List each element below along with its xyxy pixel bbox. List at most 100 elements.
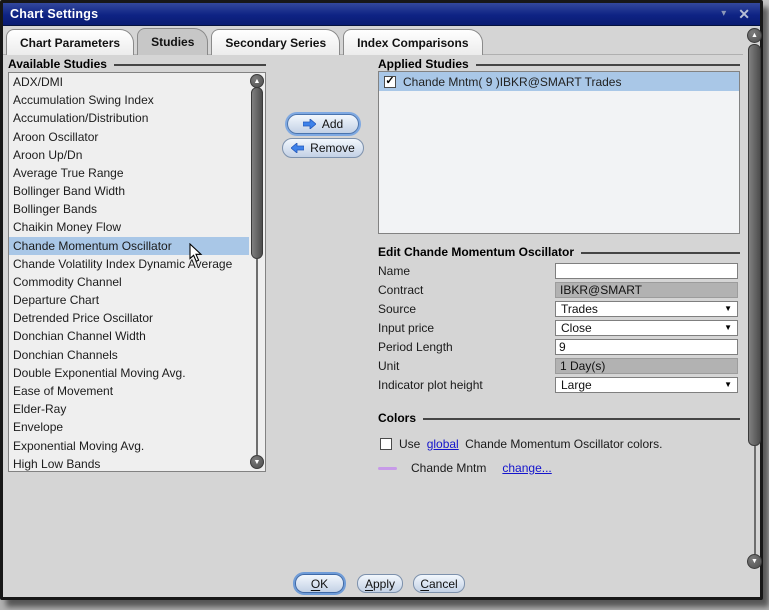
list-item[interactable]: Donchian Channel Width (9, 327, 249, 345)
series-color-row: Chande Mntm change... (378, 460, 552, 476)
header-rule (423, 418, 740, 420)
list-item[interactable]: Detrended Price Oscillator (9, 309, 249, 327)
colors-title: Colors (378, 411, 416, 425)
window-title: Chart Settings (3, 7, 98, 21)
form-row-indicator-plot-height: Indicator plot height Large ▼ (378, 375, 741, 394)
tab-chart-parameters[interactable]: Chart Parameters (6, 29, 134, 55)
list-item[interactable]: Average True Range (9, 164, 249, 182)
list-item[interactable]: Donchian Channels (9, 346, 249, 364)
dialog-scrollbar-track[interactable] (754, 446, 756, 554)
apply-button[interactable]: Apply (357, 574, 403, 593)
list-scroll-down-icon[interactable]: ▼ (250, 455, 264, 469)
form-row-name: Name (378, 261, 741, 280)
use-global-colors-row: Use global Chande Momentum Oscillator co… (380, 437, 662, 451)
list-item[interactable]: Accumulation Swing Index (9, 91, 249, 109)
ok-button[interactable]: OK (295, 574, 344, 593)
applied-study-checkbox[interactable]: ✓ (384, 76, 396, 88)
list-item[interactable]: Accumulation/Distribution (9, 109, 249, 127)
available-studies-title: Available Studies (8, 57, 107, 71)
list-scrollbar-thumb[interactable] (251, 87, 263, 259)
chevron-down-icon: ▼ (724, 380, 732, 389)
global-colors-link[interactable]: global (427, 437, 459, 451)
list-item[interactable]: Exponential Moving Avg. (9, 436, 249, 454)
close-icon[interactable]: ✕ (738, 7, 750, 21)
list-item[interactable]: Aroon Oscillator (9, 128, 249, 146)
dialog-scroll-down-icon[interactable]: ▼ (747, 554, 762, 569)
form-row-contract: ContractIBKR@SMART (378, 280, 741, 299)
list-item[interactable]: Chande Momentum Oscillator (9, 237, 249, 255)
tabbar: Chart ParametersStudiesSecondary SeriesI… (6, 28, 486, 55)
edit-study-header: Edit Chande Momentum Oscillator (378, 245, 740, 259)
list-scroll-up-icon[interactable]: ▲ (250, 74, 264, 88)
use-global-text-before: Use (399, 437, 420, 451)
applied-studies-list[interactable]: ✓ Chande Mntm( 9 )IBKR@SMART Trades (378, 71, 740, 234)
field-label: Indicator plot height (378, 378, 555, 392)
applied-studies-header: Applied Studies (378, 57, 740, 71)
chevron-down-icon: ▼ (724, 323, 732, 332)
edit-study-form: NameContractIBKR@SMARTSourceTrades▼Input… (378, 261, 741, 394)
header-rule (581, 252, 740, 254)
available-studies-list[interactable]: ADX/DMIAccumulation Swing IndexAccumulat… (8, 72, 266, 472)
applied-study-row[interactable]: ✓ Chande Mntm( 9 )IBKR@SMART Trades (379, 72, 739, 91)
source-dropdown[interactable]: Trades ▼ (555, 301, 738, 317)
chevron-down-icon: ▼ (724, 304, 732, 313)
tab-studies[interactable]: Studies (137, 28, 208, 55)
series-name: Chande Mntm (411, 461, 486, 475)
series-color-swatch (378, 467, 397, 470)
contract-readonly-field: IBKR@SMART (555, 282, 738, 298)
tab-secondary-series[interactable]: Secondary Series (211, 29, 340, 55)
list-item[interactable]: Ease of Movement (9, 382, 249, 400)
screen: Chart Settings ▾ ✕ Chart ParametersStudi… (0, 0, 769, 610)
list-item[interactable]: Aroon Up/Dn (9, 146, 249, 164)
dropdown-value: Large (561, 378, 592, 392)
form-row-period-length: Period Length (378, 337, 741, 356)
list-item[interactable]: Envelope (9, 418, 249, 436)
list-item[interactable]: Chande Volatility Index Dynamic Average (9, 255, 249, 273)
available-studies-header: Available Studies (8, 57, 266, 71)
collapse-triangle-icon[interactable]: ▾ (721, 9, 726, 19)
list-item[interactable]: Double Exponential Moving Avg. (9, 364, 249, 382)
list-item[interactable]: Departure Chart (9, 291, 249, 309)
field-label: Contract (378, 283, 555, 297)
use-global-text: Use global Chande Momentum Oscillator co… (399, 437, 662, 451)
list-item[interactable]: High Low Bands (9, 455, 249, 472)
change-color-link[interactable]: change... (502, 461, 551, 475)
edit-study-title: Edit Chande Momentum Oscillator (378, 245, 574, 259)
dropdown-value: Trades (561, 302, 598, 316)
form-row-input-price: Input price Close ▼ (378, 318, 741, 337)
field-label: Period Length (378, 340, 555, 354)
indicator-plot-height-dropdown[interactable]: Large ▼ (555, 377, 738, 393)
form-row-source: Source Trades ▼ (378, 299, 741, 318)
arrow-right-icon (303, 119, 316, 129)
name-input[interactable] (555, 263, 738, 279)
chart-settings-dialog: Chart Settings ▾ ✕ Chart ParametersStudi… (0, 0, 763, 600)
header-rule (114, 64, 266, 66)
use-global-text-after: Chande Momentum Oscillator colors. (465, 437, 662, 451)
field-label: Source (378, 302, 555, 316)
applied-studies-title: Applied Studies (378, 57, 469, 71)
list-scrollbar-track[interactable] (256, 259, 258, 455)
cancel-button[interactable]: Cancel (413, 574, 465, 593)
list-item[interactable]: Elder-Ray (9, 400, 249, 418)
add-button[interactable]: Add (287, 114, 359, 134)
dialog-scroll-up-icon[interactable]: ▲ (747, 28, 762, 43)
use-global-colors-checkbox[interactable] (380, 438, 392, 450)
dropdown-value: Close (561, 321, 592, 335)
list-item[interactable]: ADX/DMI (9, 73, 249, 91)
list-item[interactable]: Bollinger Bands (9, 200, 249, 218)
list-item[interactable]: Commodity Channel (9, 273, 249, 291)
remove-button[interactable]: Remove (282, 138, 364, 158)
titlebar[interactable]: Chart Settings ▾ ✕ (3, 3, 760, 26)
form-row-unit: Unit1 Day(s) (378, 356, 741, 375)
dialog-scrollbar-thumb[interactable] (748, 44, 761, 446)
field-label: Input price (378, 321, 555, 335)
applied-study-label: Chande Mntm( 9 )IBKR@SMART Trades (403, 75, 621, 89)
input-price-dropdown[interactable]: Close ▼ (555, 320, 738, 336)
unit-readonly-field: 1 Day(s) (555, 358, 738, 374)
field-label: Unit (378, 359, 555, 373)
period-length-input[interactable] (555, 339, 738, 355)
list-item[interactable]: Chaikin Money Flow (9, 218, 249, 236)
list-item[interactable]: Bollinger Band Width (9, 182, 249, 200)
arrow-left-icon (291, 143, 304, 153)
tab-index-comparisons[interactable]: Index Comparisons (343, 29, 482, 55)
